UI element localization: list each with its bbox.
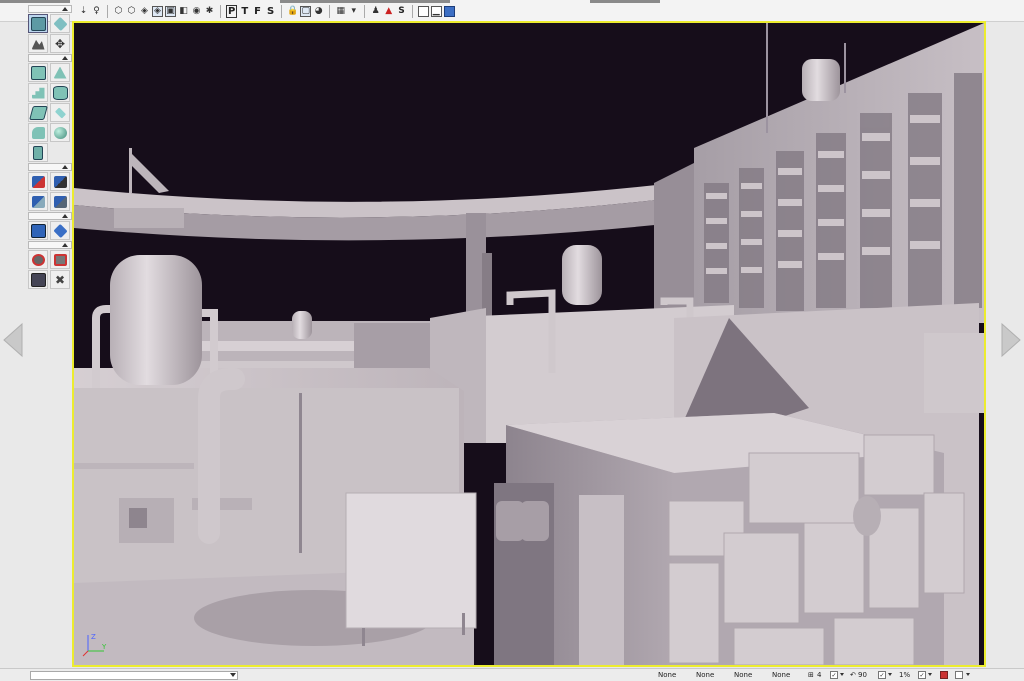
cube-brush-icon[interactable] bbox=[28, 63, 48, 82]
sheet-brush-icon[interactable] bbox=[28, 103, 48, 122]
maximize-checkbox[interactable] bbox=[955, 671, 963, 679]
brush-icon[interactable]: ▣ bbox=[165, 5, 176, 17]
cube-geometry-icon[interactable] bbox=[50, 14, 70, 33]
menu-strip-left bbox=[0, 0, 70, 3]
palette-group-header[interactable] bbox=[28, 212, 72, 220]
palette-group-header[interactable] bbox=[28, 163, 72, 171]
palette-group-header[interactable] bbox=[28, 241, 72, 249]
palette-group-header[interactable] bbox=[28, 5, 72, 13]
toolbar-separator bbox=[329, 4, 331, 18]
status-field-3: None bbox=[734, 671, 753, 679]
add-mover-icon[interactable] bbox=[28, 221, 48, 240]
status-field-4: None bbox=[772, 671, 791, 679]
view-side-button[interactable]: S bbox=[265, 6, 276, 17]
next-arrow-icon[interactable] bbox=[1000, 322, 1022, 358]
actor-visibility-icon[interactable]: ♟ bbox=[370, 6, 381, 17]
rotation-grid-checkbox[interactable]: ✓ bbox=[878, 671, 886, 679]
csg-deintersect-icon[interactable] bbox=[50, 192, 70, 211]
prev-arrow-icon[interactable] bbox=[2, 322, 24, 358]
perspective-viewport[interactable]: Z Y bbox=[72, 21, 986, 667]
volumetric-icon[interactable] bbox=[28, 143, 48, 162]
drag-grid-checkbox[interactable]: ✓ bbox=[830, 671, 838, 679]
show-selected-icon[interactable] bbox=[28, 250, 48, 269]
cylinder-brush-icon[interactable] bbox=[50, 83, 70, 102]
main-toolbar: ⇣ ♀ ⬡ ⬡ ◈ ◈ ▣ ◧ ◉ ✱ P T F S 🔒 ▢ ◕ ▦ ▾ ♟ … bbox=[0, 0, 1024, 22]
grid-icon[interactable]: ▦ bbox=[335, 6, 346, 17]
textured-cube-icon[interactable]: ◈ bbox=[152, 5, 163, 17]
hide-selected-icon[interactable] bbox=[50, 250, 70, 269]
rotation-grid-value: 90 bbox=[858, 671, 867, 679]
status-bar: None None None None ⊞ 4 ✓ ↶ 90 ✓ 1% ✓ bbox=[0, 668, 1024, 681]
terrain-icon[interactable] bbox=[28, 34, 48, 53]
toolbar-separator bbox=[411, 4, 413, 18]
rotation-grid-icon: ↶ bbox=[850, 671, 856, 679]
view-top-button[interactable]: T bbox=[239, 6, 250, 17]
view-perspective-button[interactable]: P bbox=[226, 4, 238, 18]
sphere-brush-icon[interactable] bbox=[50, 123, 70, 142]
cone-brush-icon[interactable] bbox=[50, 63, 70, 82]
single-viewport-icon[interactable] bbox=[417, 5, 429, 17]
csg-intersect-icon[interactable] bbox=[28, 192, 48, 211]
move-actor-icon[interactable]: ✥ bbox=[50, 34, 70, 53]
lighting-only-icon[interactable]: ✱ bbox=[204, 6, 215, 17]
scale-dropdown-icon[interactable] bbox=[928, 673, 932, 676]
record-icon[interactable] bbox=[940, 671, 948, 679]
add-static-mesh-icon[interactable] bbox=[50, 221, 70, 240]
curved-stairs-icon[interactable] bbox=[28, 123, 48, 142]
drag-grid-dropdown-icon[interactable] bbox=[840, 673, 844, 676]
gizmo-y-label: Y bbox=[101, 643, 107, 651]
toolbar-separator bbox=[220, 4, 221, 18]
lightbulb-icon[interactable]: ♀ bbox=[91, 6, 102, 17]
maximize-viewport-icon[interactable] bbox=[443, 5, 455, 17]
command-combo[interactable] bbox=[30, 671, 238, 680]
viewport-toolbar: ⇣ ♀ ⬡ ⬡ ◈ ◈ ▣ ◧ ◉ ✱ P T F S 🔒 ▢ ◕ ▦ ▾ ♟ … bbox=[78, 4, 455, 18]
camera-mode-icon[interactable] bbox=[28, 14, 48, 33]
realtime-preview-icon[interactable]: ▢ bbox=[300, 5, 312, 17]
toolbar-separator bbox=[107, 4, 108, 18]
chevron-down-icon bbox=[230, 673, 236, 677]
actor-filter-icon[interactable]: ▲ bbox=[383, 6, 394, 17]
wireframe-cube-icon[interactable]: ⬡ bbox=[113, 6, 124, 17]
menu-strip-right bbox=[590, 0, 660, 3]
front-sign-board bbox=[345, 492, 477, 646]
viewport-scene bbox=[74, 23, 984, 665]
rotation-grid-dropdown-icon[interactable] bbox=[888, 673, 892, 676]
plane-brush-icon[interactable] bbox=[50, 103, 70, 122]
dropdown-icon[interactable]: ▾ bbox=[348, 6, 359, 17]
axis-gizmo: Z Y bbox=[82, 631, 108, 657]
zone-icon[interactable]: ◧ bbox=[178, 6, 189, 17]
view-mode-suffix: S bbox=[398, 6, 405, 16]
invert-selection-icon[interactable] bbox=[28, 270, 48, 289]
pointer-icon[interactable]: ⇣ bbox=[78, 6, 89, 17]
unlit-cube-icon[interactable]: ⬡ bbox=[126, 6, 137, 17]
split-viewport-icon[interactable]: ▁ bbox=[430, 5, 442, 17]
csg-add-icon[interactable] bbox=[28, 172, 48, 191]
scale-value: 1% bbox=[899, 671, 911, 679]
gizmo-z-label: Z bbox=[91, 633, 96, 641]
palette-group-header[interactable] bbox=[28, 54, 72, 62]
toolbar-separator bbox=[281, 4, 283, 18]
drag-grid-icon: ⊞ bbox=[808, 671, 814, 679]
status-field-1: None bbox=[658, 671, 677, 679]
view-front-button[interactable]: F bbox=[252, 6, 263, 17]
build-paths-icon[interactable]: ✖ bbox=[50, 270, 70, 289]
stairs-brush-icon[interactable] bbox=[28, 83, 48, 102]
center-foreground-block bbox=[494, 413, 965, 665]
csg-subtract-icon[interactable] bbox=[50, 172, 70, 191]
eye-icon[interactable]: ◕ bbox=[313, 6, 324, 17]
lit-cube-icon[interactable]: ◈ bbox=[139, 6, 150, 17]
camera-icon[interactable]: ◉ bbox=[191, 6, 202, 17]
status-field-2: None bbox=[696, 671, 715, 679]
drag-grid-value: 4 bbox=[817, 671, 822, 679]
maximize-dropdown-icon[interactable] bbox=[966, 673, 970, 676]
lock-icon[interactable]: 🔒 bbox=[287, 6, 298, 17]
toolbar-separator bbox=[364, 4, 366, 18]
menu-strip-mid bbox=[280, 0, 450, 3]
tool-palette: ✥ ✖ bbox=[28, 4, 72, 290]
scale-checkbox[interactable]: ✓ bbox=[918, 671, 926, 679]
